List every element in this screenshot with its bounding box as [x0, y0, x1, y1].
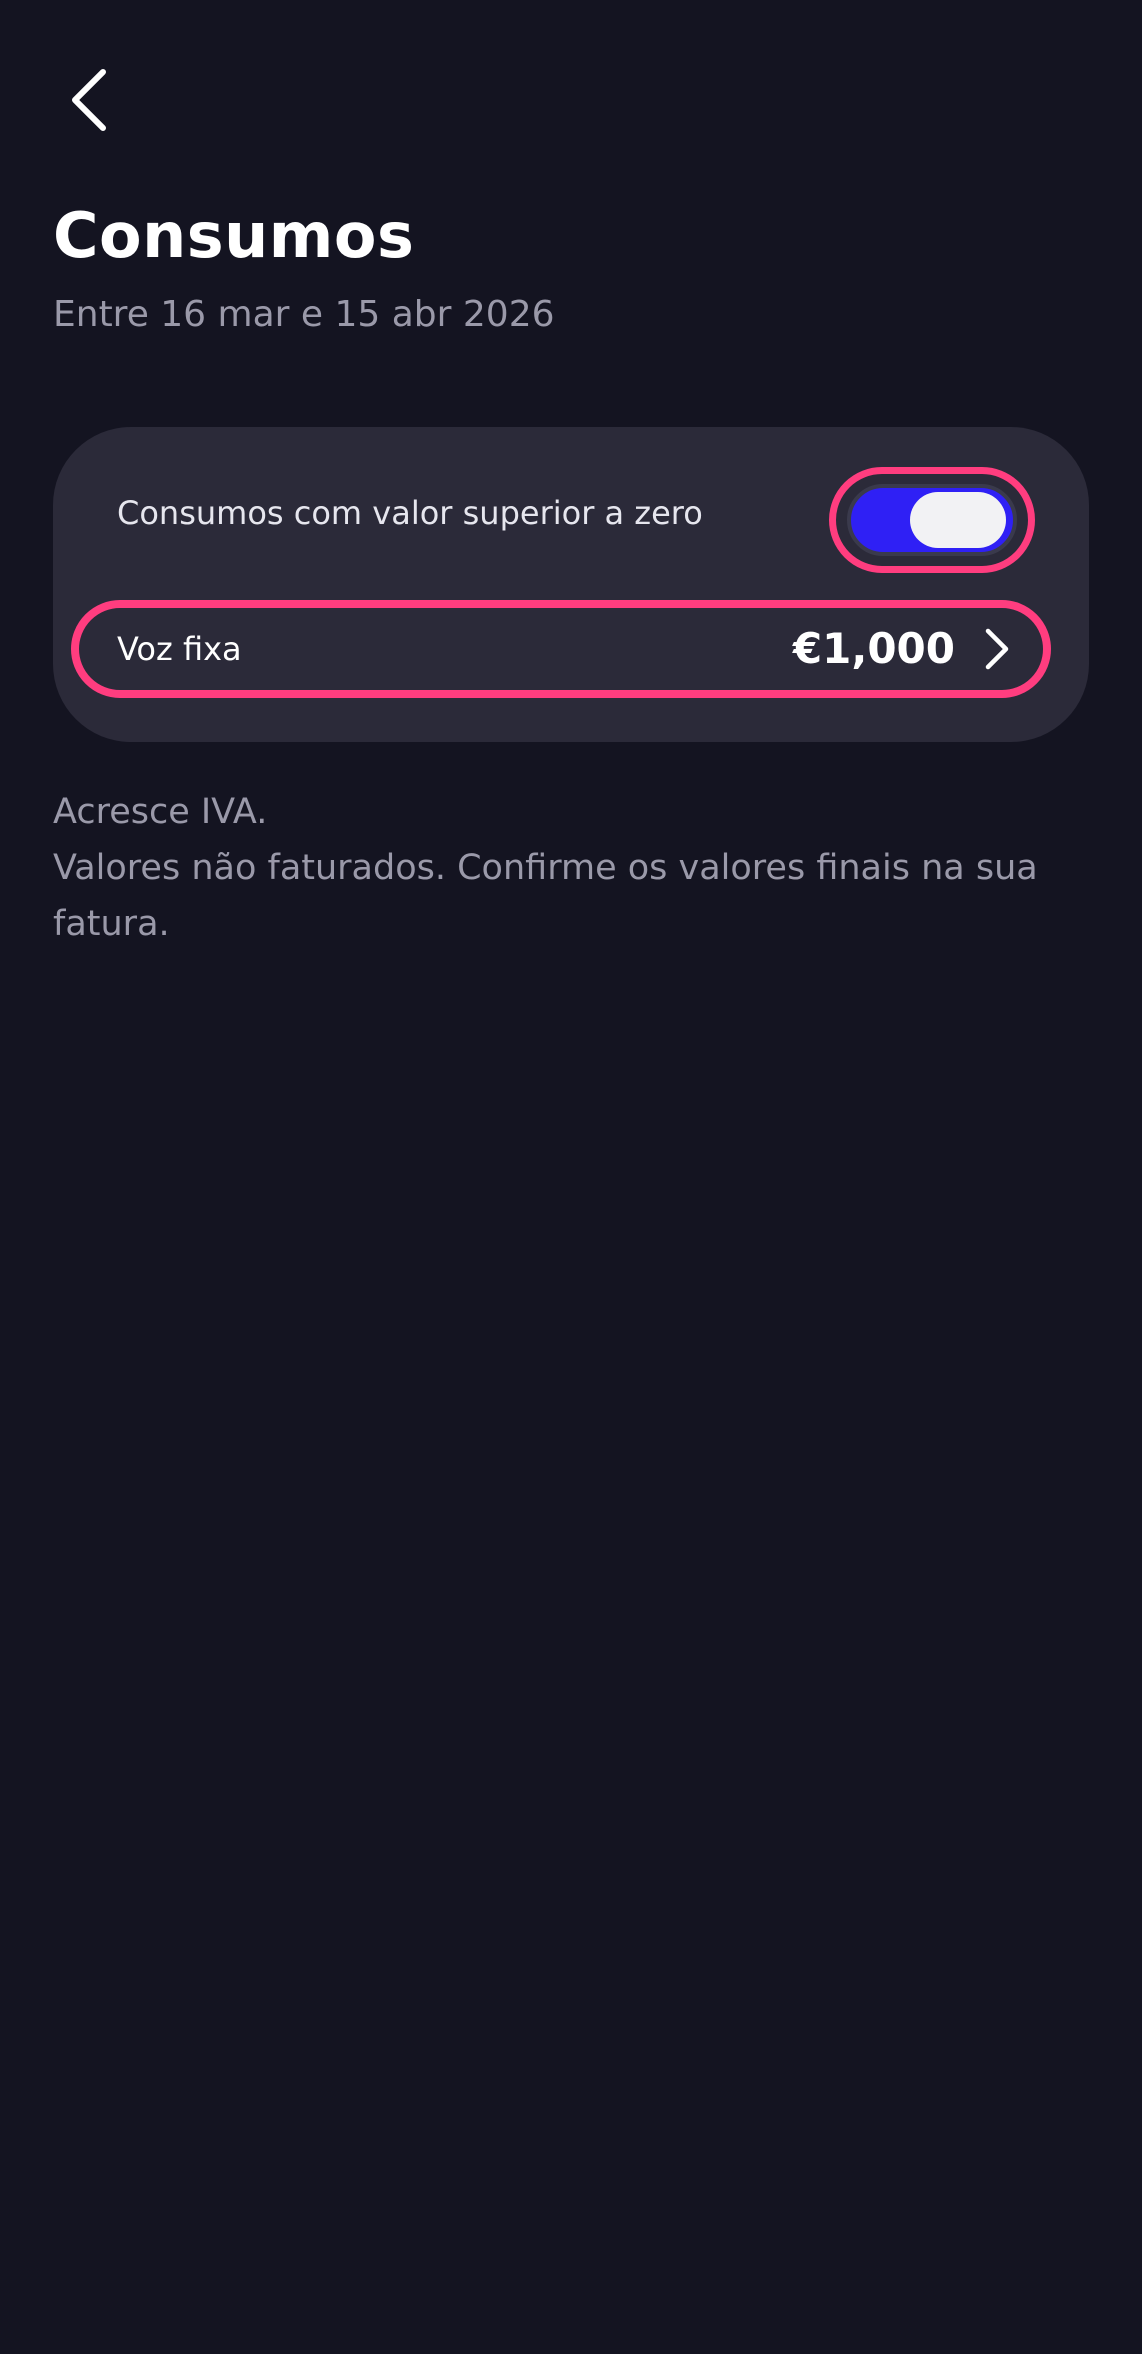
chevron-right-icon: [979, 624, 1015, 674]
list-item-voz-fixa[interactable]: Voz fixa €1,000: [71, 600, 1051, 698]
toggle-track: [847, 484, 1017, 556]
filter-label: Consumos com valor superior a zero: [117, 494, 703, 532]
toggle-knob: [910, 492, 1006, 548]
footnotes: Acresce IVA. Valores não faturados. Conf…: [53, 784, 1093, 952]
consumption-card: Consumos com valor superior a zero Voz f…: [53, 427, 1089, 742]
page-title: Consumos: [53, 199, 415, 272]
nonzero-filter-toggle[interactable]: [829, 467, 1035, 573]
unbilled-note: Valores não faturados. Confirme os valor…: [53, 848, 1038, 944]
vat-note: Acresce IVA.: [53, 792, 268, 832]
list-item-label: Voz fixa: [117, 630, 242, 668]
list-item-value: €1,000: [792, 624, 955, 673]
back-button[interactable]: [54, 62, 124, 138]
date-range-subtitle: Entre 16 mar e 15 abr 2026: [53, 294, 555, 335]
chevron-left-icon: [72, 69, 106, 131]
